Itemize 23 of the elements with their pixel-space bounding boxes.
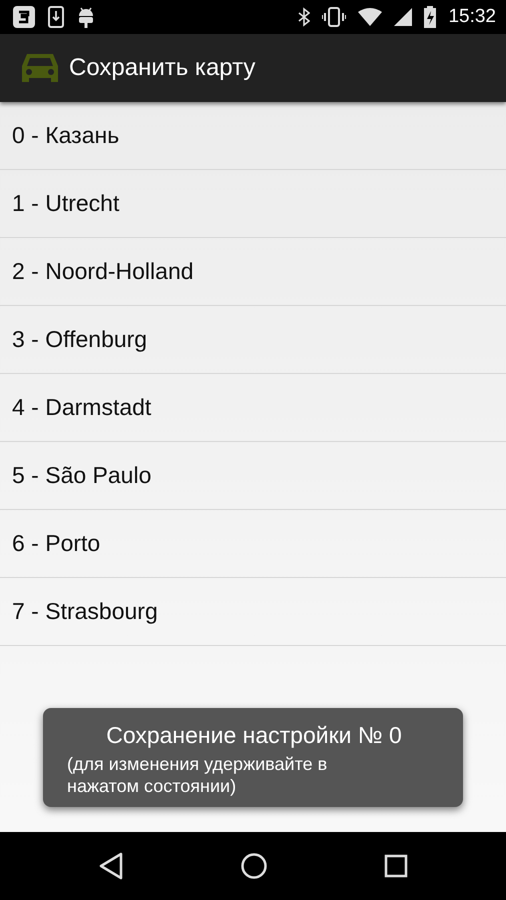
map-list-item[interactable]: 5 - São Paulo xyxy=(0,442,506,510)
map-list-item[interactable]: 3 - Offenburg xyxy=(0,306,506,374)
map-list-item[interactable]: 4 - Darmstadt xyxy=(0,374,506,442)
battery-icon xyxy=(424,6,436,28)
signal-icon xyxy=(394,8,412,26)
map-list-item[interactable]: 6 - Porto xyxy=(0,510,506,578)
map-list-item[interactable]: 2 - Noord-Holland xyxy=(0,238,506,306)
app-notification-icon xyxy=(12,5,36,29)
android-icon xyxy=(76,5,96,29)
back-button[interactable] xyxy=(98,852,124,880)
download-icon xyxy=(48,6,64,28)
toast-message: (для изменения удерживайте в нажатом состоянии) xyxy=(67,753,328,797)
wifi-icon xyxy=(358,8,382,26)
bluetooth-icon xyxy=(298,7,310,27)
map-list-item[interactable]: 0 - Казань xyxy=(0,102,506,170)
map-list-item[interactable]: 1 - Utrecht xyxy=(0,170,506,238)
home-button[interactable] xyxy=(240,852,268,880)
screen-title: Сохранить карту xyxy=(69,54,256,82)
recent-apps-button[interactable] xyxy=(384,854,408,878)
vibrate-icon xyxy=(322,7,346,27)
map-list-item[interactable]: 7 - Strasbourg xyxy=(0,578,506,646)
clock-time: 15:32 xyxy=(448,6,496,28)
toast-title: Сохранение настройки № 0 xyxy=(106,722,402,749)
